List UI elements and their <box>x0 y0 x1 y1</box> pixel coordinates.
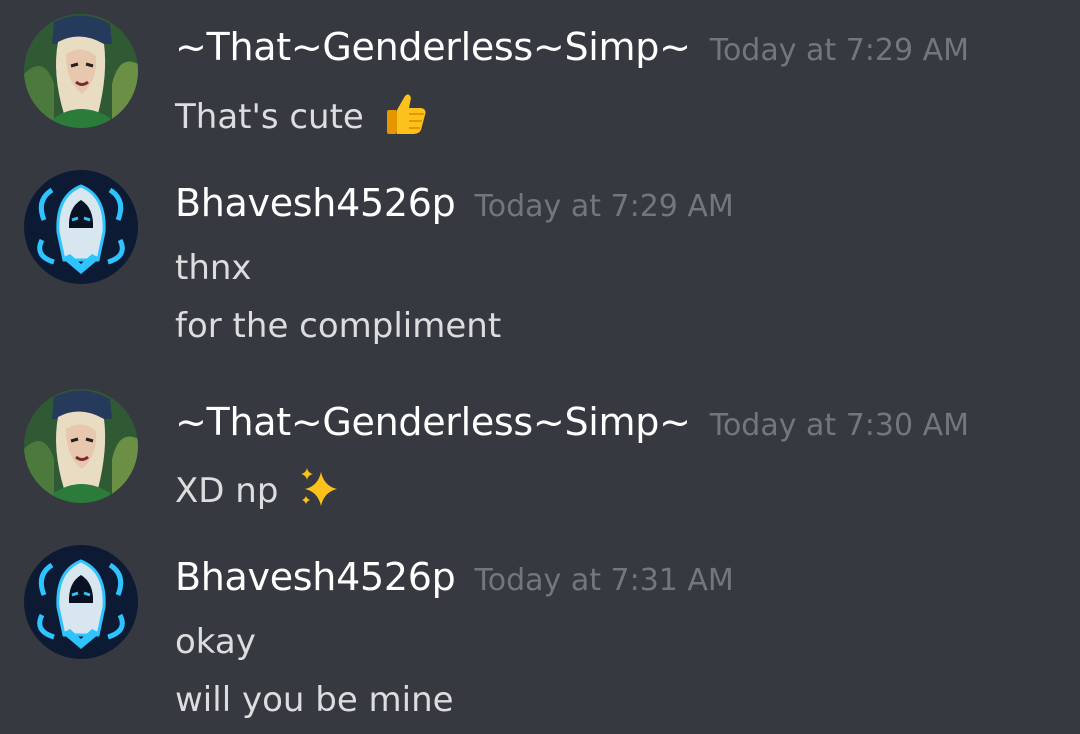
message-text: XD np <box>175 471 279 511</box>
girl-portrait-avatar[interactable] <box>24 14 138 128</box>
message-text: okay <box>175 622 256 662</box>
message-header: ~That~Genderless~Simp~ Today at 7:29 AM <box>175 25 969 69</box>
message-line: That's cute <box>175 90 429 145</box>
username[interactable]: Bhavesh4526p <box>175 181 456 225</box>
message-text: for the compliment <box>175 306 502 346</box>
message-header: Bhavesh4526p Today at 7:29 AM <box>175 181 734 225</box>
timestamp: Today at 7:29 AM <box>474 189 734 224</box>
timestamp: Today at 7:29 AM <box>709 33 970 68</box>
username[interactable]: ~That~Genderless~Simp~ <box>175 25 691 69</box>
thumbs-up-icon <box>383 90 429 145</box>
message-line: will you be mine <box>175 680 454 720</box>
message-line: okay <box>175 622 256 662</box>
message-line: thnx <box>175 248 252 288</box>
message-text: will you be mine <box>175 680 454 720</box>
sparkles-icon <box>297 464 343 519</box>
timestamp: Today at 7:31 AM <box>474 563 734 598</box>
girl-portrait-avatar[interactable] <box>24 389 138 503</box>
username[interactable]: Bhavesh4526p <box>175 555 456 599</box>
chat-message-list: ~That~Genderless~Simp~ Today at 7:29 AM … <box>0 0 1080 734</box>
message-header: ~That~Genderless~Simp~ Today at 7:30 AM <box>175 400 969 444</box>
message-line: for the compliment <box>175 306 501 346</box>
hooded-assassin-avatar[interactable] <box>24 170 138 284</box>
hooded-assassin-avatar[interactable] <box>24 545 138 659</box>
username[interactable]: ~That~Genderless~Simp~ <box>175 400 691 444</box>
timestamp: Today at 7:30 AM <box>709 408 970 443</box>
message-text: That's cute <box>175 97 364 137</box>
message-text: thnx <box>175 248 252 288</box>
message-line: XD np <box>175 464 343 519</box>
message-header: Bhavesh4526p Today at 7:31 AM <box>175 555 734 599</box>
